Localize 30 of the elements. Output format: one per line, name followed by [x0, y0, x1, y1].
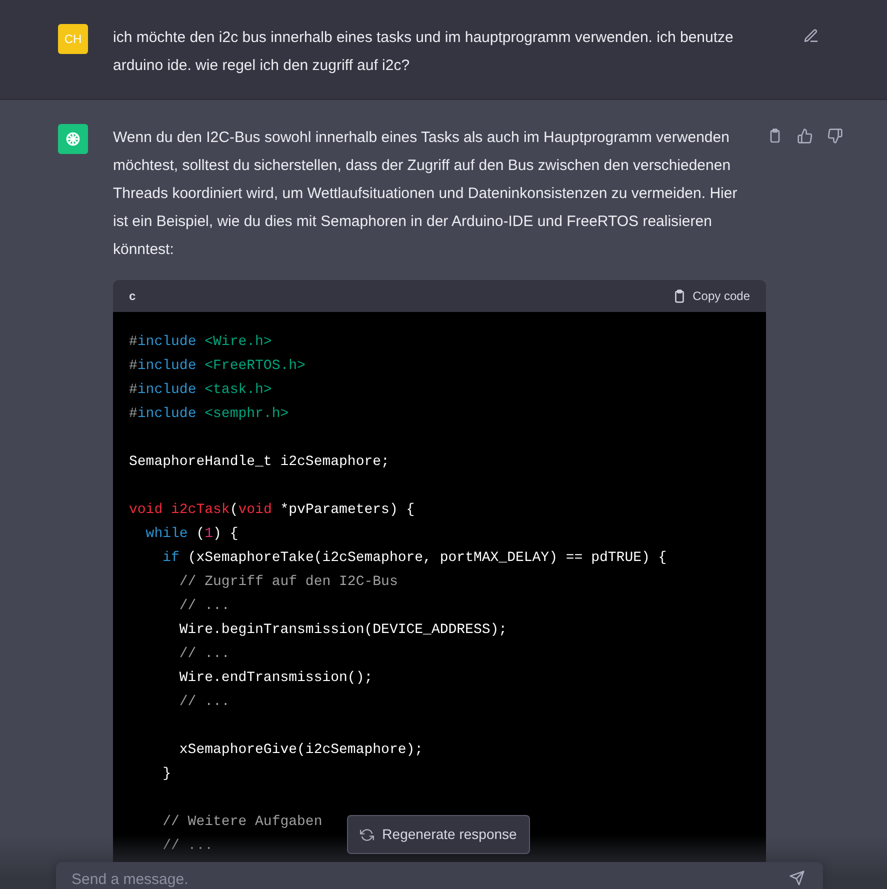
code-line: if (xSemaphoreTake(i2cSemaphore, portMAX_DELAY) == pdTRUE) { [162, 550, 667, 566]
code-line: Wire.beginTransmission(DEVICE_ADDRESS); [178, 622, 508, 638]
code-line: #include <task.h> [129, 382, 272, 398]
code-line: #include <semphr.h> [129, 406, 289, 422]
assistant-message-text: Wenn du den I2C-Bus sowohl innerhalb eines Tasks als auch im Hauptprogramm verwenden möchtest, solltest du sicherstellen, dass der Zugriff auf den Bus zwischen den verschiedenen Threads koordiniert wird, um Wettlaufsituationen und Dateninkonsistenzen zu vermeiden. Hier ist ein Beispiel, wie du dies mit Semaphoren in der Arduino-IDE und FreeRTOS realisieren könntest: [113, 128, 738, 260]
code-line: } [162, 766, 172, 782]
code-language-label: c [129, 288, 136, 305]
regenerate-button[interactable]: Regenerate response [347, 815, 530, 854]
send-icon[interactable] [788, 870, 804, 886]
code-line: Wire.endTransmission(); [178, 670, 373, 686]
edit-icon[interactable] [803, 28, 819, 44]
thumbs-down-icon[interactable] [827, 128, 843, 144]
copy-code-button[interactable]: Copy code [672, 287, 750, 305]
code-line: xSemaphoreGive(i2cSemaphore); [178, 742, 424, 758]
user-message-text: ich möchte den i2c bus innerhalb eines tasks und im hauptprogramm verwenden. ich benutze arduino ide. wie regel ich den zugriff auf i2c? [113, 28, 734, 76]
refresh-icon [360, 828, 374, 842]
code-line: // ... [178, 598, 230, 614]
code-line: #include <FreeRTOS.h> [129, 358, 306, 374]
code-line: void i2cTask(void *pvParameters) { [129, 502, 415, 518]
code-line: // ... [162, 838, 214, 854]
code-line: // Weitere Aufgaben [162, 814, 322, 830]
code-line: while (1) { [144, 526, 238, 542]
code-line: SemaphoreHandle_t i2cSemaphore; [129, 454, 390, 470]
code-line: // ... [178, 694, 230, 710]
message-input[interactable]: Send a message. [56, 862, 822, 889]
code-line: // ... [178, 646, 230, 662]
code-line: #include <Wire.h> [129, 334, 272, 350]
code-line: // Zugriff auf den I2C-Bus [178, 574, 398, 590]
user-avatar: CH [58, 24, 88, 54]
thumbs-up-icon[interactable] [797, 128, 813, 144]
